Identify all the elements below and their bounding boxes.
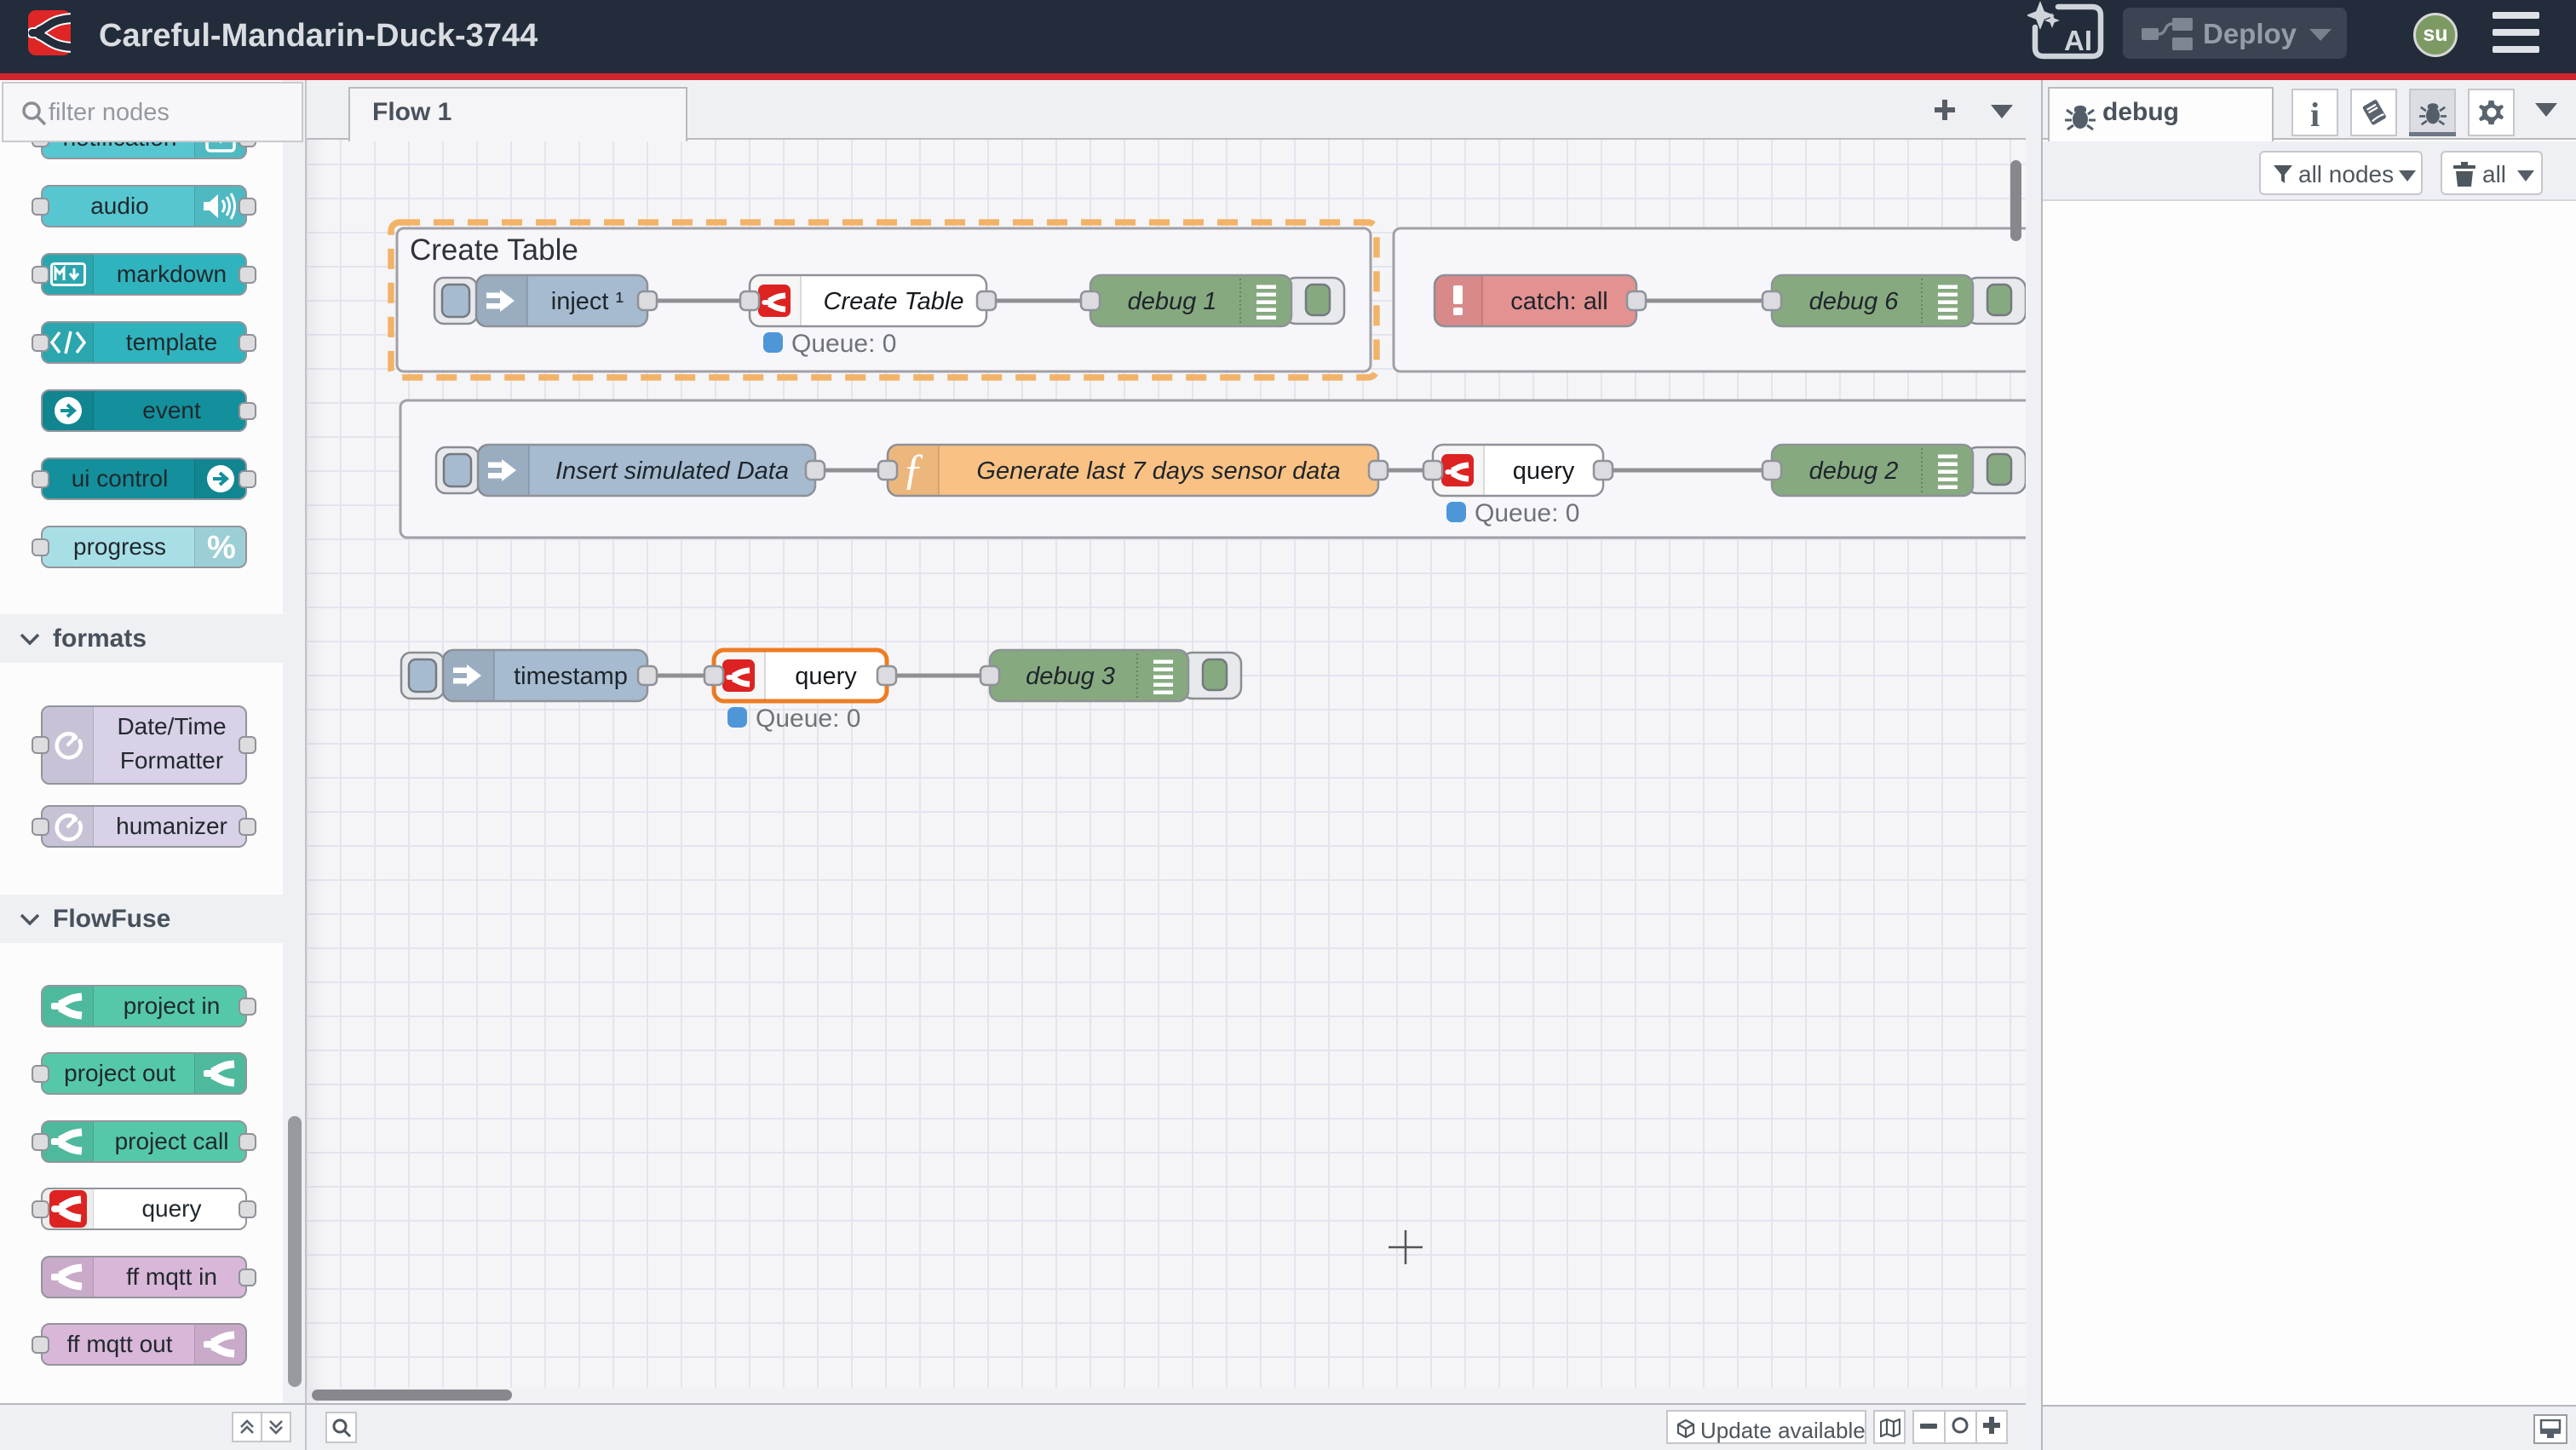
svg-text:Queue: 0: Queue: 0 [756, 705, 860, 733]
svg-text:Generate last 7 days sensor da: Generate last 7 days sensor data [976, 457, 1340, 485]
svg-text:Queue: 0: Queue: 0 [1475, 499, 1579, 527]
svg-text:query: query [795, 663, 857, 690]
svg-text:debug 1: debug 1 [1128, 288, 1217, 315]
svg-text:inject ¹: inject ¹ [551, 288, 624, 315]
svg-text:timestamp: timestamp [514, 663, 628, 690]
svg-text:Create Table: Create Table [824, 288, 964, 315]
svg-text:Queue: 0: Queue: 0 [791, 330, 896, 358]
svg-text:%: % [207, 531, 236, 563]
svg-text:catch: all: catch: all [1510, 288, 1607, 315]
svg-text:Insert simulated Data: Insert simulated Data [555, 457, 789, 485]
svg-text:AI: AI [2064, 25, 2092, 56]
svg-text:debug 6: debug 6 [1809, 288, 1900, 315]
svg-text:debug 2: debug 2 [1809, 457, 1899, 485]
svg-text:debug 3: debug 3 [1026, 663, 1115, 690]
svg-text:ƒ: ƒ [902, 446, 924, 494]
svg-text:Create Table: Create Table [410, 233, 578, 267]
svg-text:query: query [1513, 457, 1575, 485]
